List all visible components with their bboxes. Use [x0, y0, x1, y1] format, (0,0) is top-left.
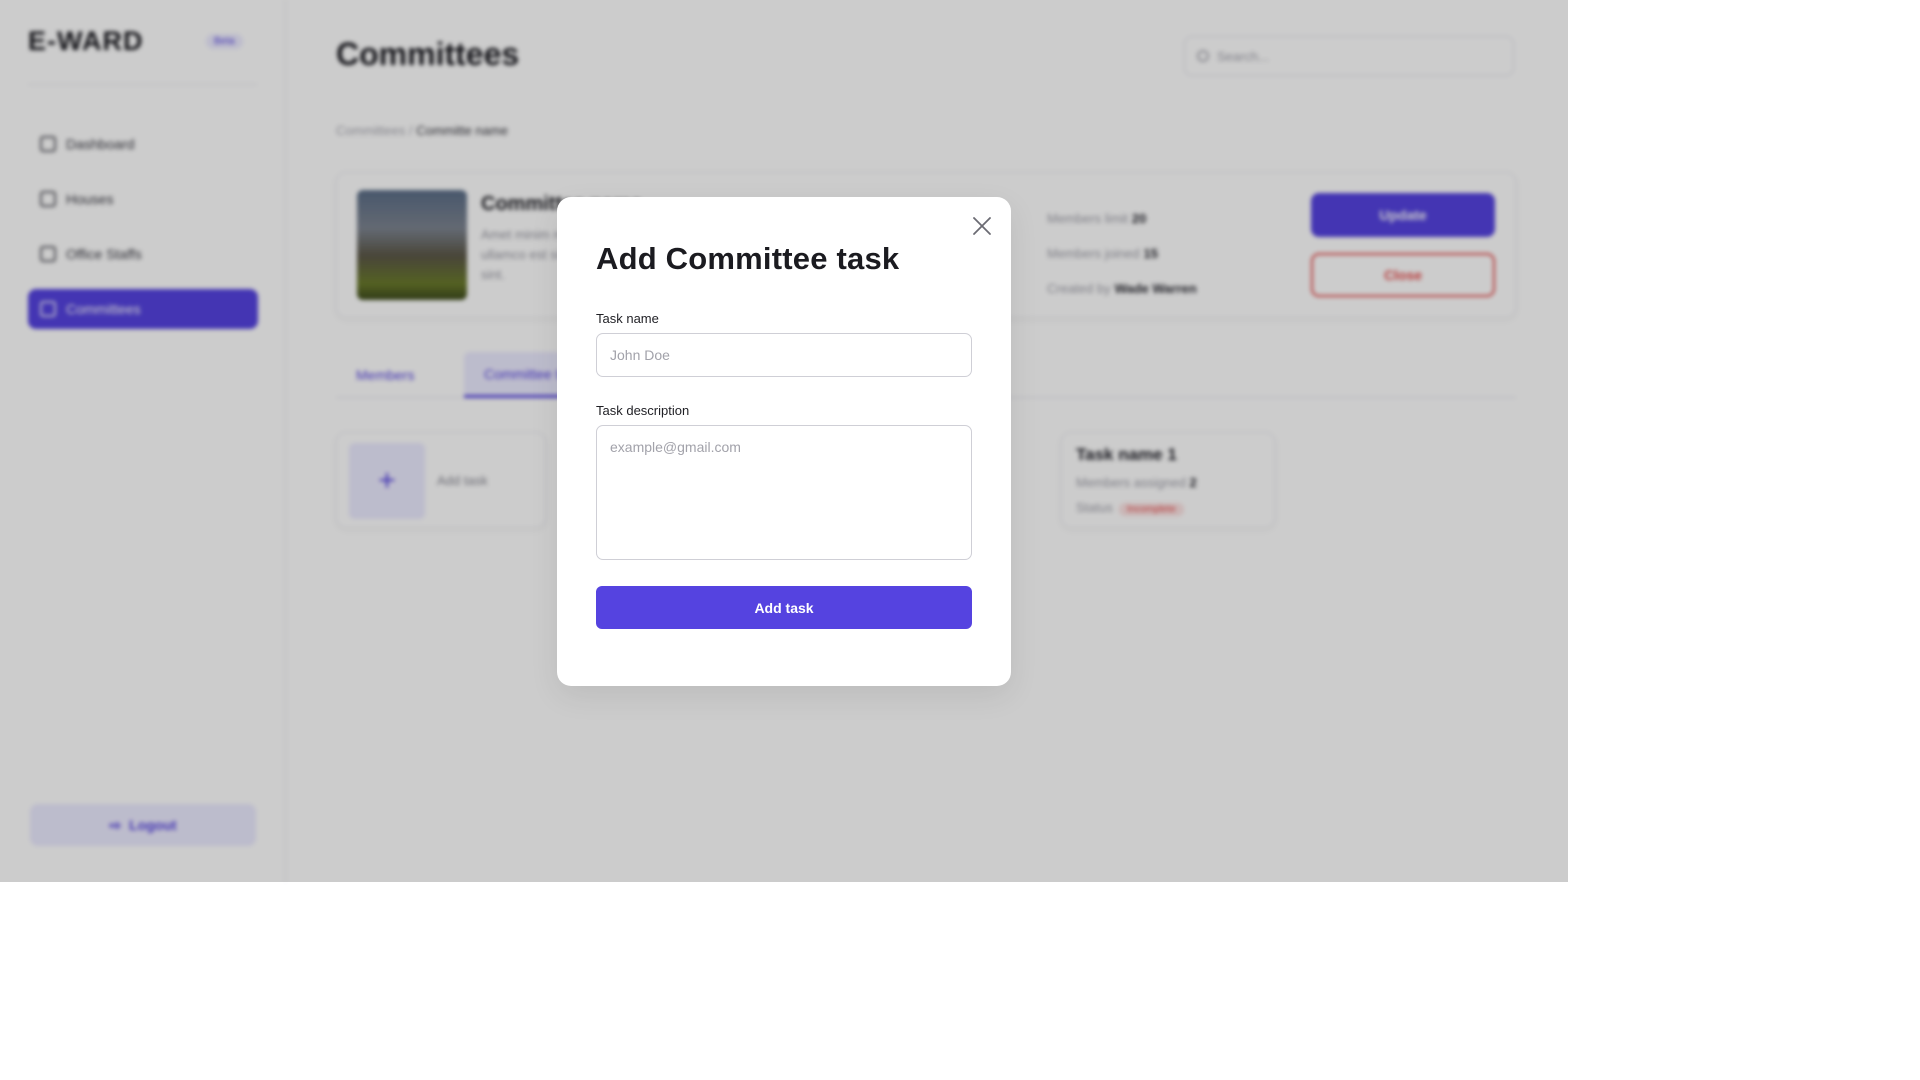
modal-title: Add Committee task — [596, 241, 900, 276]
task-name-label: Task name — [596, 311, 659, 326]
task-name-input[interactable] — [596, 333, 972, 377]
close-icon[interactable] — [971, 215, 993, 237]
task-description-label: Task description — [596, 403, 690, 418]
task-description-input[interactable] — [596, 425, 972, 560]
add-task-modal: Add Committee task Task name Task descri… — [557, 197, 1011, 686]
add-task-button[interactable]: Add task — [596, 586, 972, 629]
